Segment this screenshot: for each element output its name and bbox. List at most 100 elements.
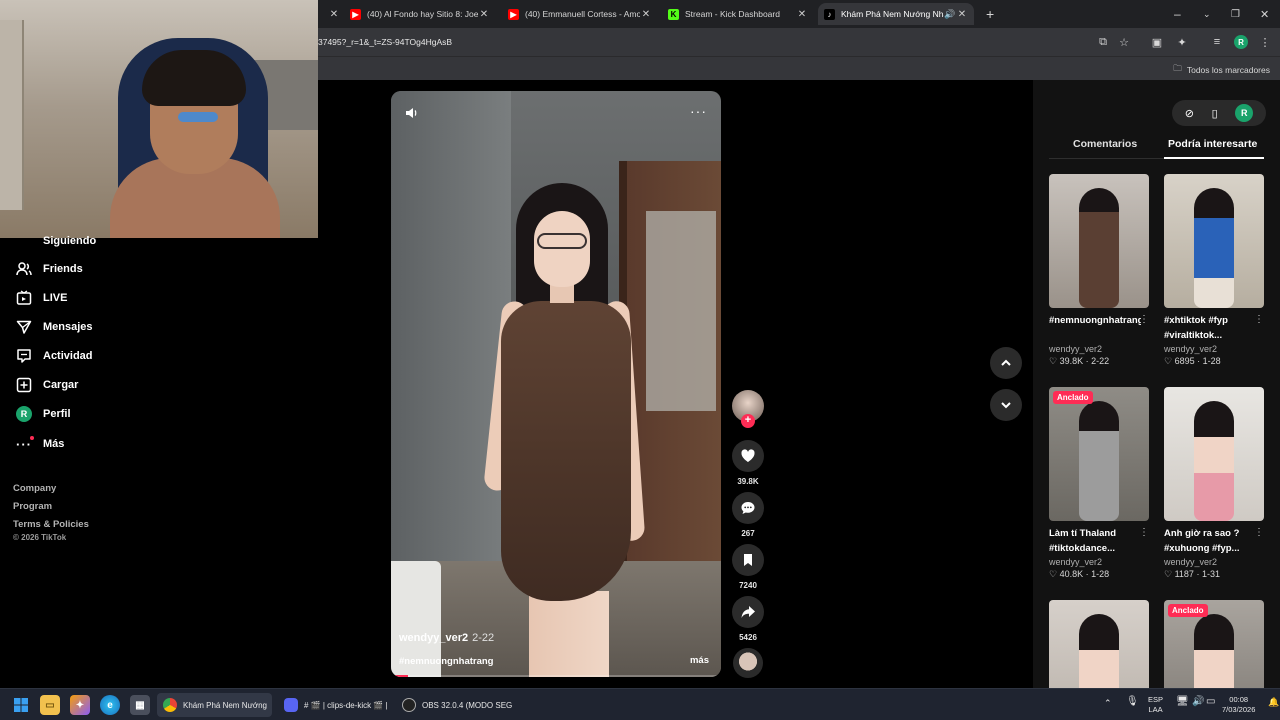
sidebar-item-profile[interactable]: R Perfil — [16, 406, 71, 422]
window-close-button[interactable]: ✕ — [1254, 3, 1272, 25]
previous-video-button[interactable] — [990, 347, 1022, 379]
video-player[interactable]: ··· wendyy_ver2 2-22 #nemnuongnhatrang má… — [391, 91, 721, 677]
card-author[interactable]: wendyy_ver2 — [1049, 557, 1149, 567]
video-card[interactable]: Anclado — [1164, 600, 1264, 688]
share-button[interactable] — [732, 596, 764, 628]
card-menu-icon[interactable]: ⋮ — [1139, 314, 1149, 325]
copilot-icon[interactable]: ✦ — [70, 695, 90, 715]
language-indicator[interactable]: ESP LAA — [1148, 695, 1163, 715]
author-name[interactable]: wendyy_ver2 — [399, 632, 468, 644]
windows-start-icon[interactable] — [11, 695, 31, 715]
sidebar-item-label: Actividad — [43, 350, 93, 362]
network-icon[interactable]: 🖥 — [1176, 697, 1189, 707]
device-icon[interactable]: ▯ — [1212, 107, 1218, 120]
card-title[interactable]: Làm tí Thaland #tiktokdance... — [1049, 526, 1141, 556]
comment-button[interactable] — [732, 492, 764, 524]
tray-overflow-icon[interactable]: ⌃ — [1104, 698, 1112, 708]
notifications-icon[interactable]: 🔔 — [1268, 697, 1279, 707]
tab-youtube-1[interactable]: ▶ (40) Al Fondo hay Sitio 8: Joel l ✕ — [344, 3, 496, 25]
sidebar-item-following[interactable]: Siguiendo — [16, 233, 96, 249]
footer-link-program[interactable]: Program — [13, 498, 89, 516]
taskbar-app-chrome[interactable]: Khám Phá Nem Nướng — [157, 693, 272, 717]
microphone-icon[interactable]: 🎙 — [1126, 697, 1139, 707]
sidebar-item-upload[interactable]: Cargar — [16, 377, 78, 393]
footer-link-company[interactable]: Company — [13, 480, 89, 498]
video-expand-caption[interactable]: más — [690, 655, 709, 666]
close-icon[interactable]: ✕ — [640, 9, 652, 20]
speaker-icon[interactable]: 🔊 — [944, 9, 956, 20]
sidebar-item-more[interactable]: ··· Más — [16, 436, 64, 452]
card-author[interactable]: wendyy_ver2 — [1164, 557, 1264, 567]
tab-search-icon[interactable]: ⌄ — [1197, 3, 1215, 25]
clock[interactable]: 00:08 7/03/2026 — [1222, 695, 1255, 715]
thumbnail-figure — [1194, 401, 1234, 521]
close-icon[interactable]: ✕ — [796, 9, 808, 20]
card-menu-icon[interactable]: ⋮ — [1254, 527, 1264, 538]
maximize-button[interactable]: ❐ — [1225, 3, 1243, 25]
video-card[interactable] — [1049, 600, 1149, 688]
minimize-button[interactable]: – — [1168, 3, 1186, 25]
bookmark-star-icon[interactable]: ☆ — [1117, 35, 1131, 49]
video-progress-bar[interactable] — [391, 675, 721, 677]
video-author[interactable]: wendyy_ver2 2-22 — [399, 632, 494, 644]
profile-avatar[interactable]: R — [1234, 35, 1248, 49]
video-thumbnail[interactable]: Anclado — [1164, 600, 1264, 688]
install-app-icon[interactable]: ⧉ — [1096, 35, 1110, 49]
sidebar-item-friends[interactable]: Friends — [16, 261, 83, 277]
like-button[interactable] — [732, 440, 764, 472]
card-author[interactable]: wendyy_ver2 — [1164, 344, 1264, 354]
follow-button[interactable]: + — [741, 414, 755, 428]
taskbar-app-discord[interactable]: # 🎬 | clips-de-kick 🎬 | — [278, 693, 390, 717]
extensions-icon[interactable]: ✦ — [1175, 35, 1189, 49]
media-control-icon[interactable]: ≡ — [1210, 35, 1224, 49]
sidebar-item-messages[interactable]: Mensajes — [16, 319, 93, 335]
volume-icon[interactable] — [405, 106, 419, 123]
video-thumbnail[interactable] — [1164, 387, 1264, 521]
video-thumbnail[interactable] — [1049, 174, 1149, 308]
card-menu-icon[interactable]: ⋮ — [1139, 527, 1149, 538]
video-thumbnail[interactable]: Anclado — [1049, 387, 1149, 521]
tab-kick-dashboard[interactable]: K Stream - Kick Dashboard ✕ — [662, 3, 814, 25]
card-author[interactable]: wendyy_ver2 — [1049, 344, 1149, 354]
profile-avatar[interactable]: R — [1235, 104, 1254, 122]
video-thumbnail[interactable] — [1164, 174, 1264, 308]
card-title[interactable]: #nemnuongnhatrang — [1049, 313, 1141, 343]
all-bookmarks-button[interactable]: 🗀 Todos los marcadores — [1173, 63, 1270, 77]
sidebar-item-activity[interactable]: Actividad — [16, 348, 93, 364]
url-text[interactable]: 37495?_r=1&_t=ZS-94TOg4HgAsB — [318, 37, 452, 47]
card-title[interactable]: #xhtiktok #fyp #viraltiktok... — [1164, 313, 1256, 343]
tab-podria-interesarte[interactable]: Podría interesarte — [1168, 138, 1257, 150]
video-card[interactable]: Anclado Làm tí Thaland #tiktokdance... ⋮… — [1049, 387, 1149, 580]
volume-tray-icon[interactable]: 🔊 — [1192, 697, 1204, 707]
video-card[interactable]: #nemnuongnhatrang ⋮ wendyy_ver2 ♡ 39.8K … — [1049, 174, 1149, 367]
card-likes: 1187 — [1174, 569, 1194, 579]
music-disc[interactable] — [733, 648, 763, 678]
save-button[interactable] — [732, 544, 764, 576]
sidebar-item-live[interactable]: LIVE — [16, 290, 67, 306]
tab-tiktok-active[interactable]: ♪ Khám Phá Nem Nướng Nha 🔊 ✕ — [818, 3, 974, 25]
tab-comentarios[interactable]: Comentarios — [1073, 138, 1137, 150]
store-icon[interactable]: ▦ — [130, 695, 150, 715]
video-card[interactable]: #xhtiktok #fyp #viraltiktok... ⋮ wendyy_… — [1164, 174, 1264, 367]
taskbar-app-obs[interactable]: OBS 32.0.4 (MODO SEG — [396, 693, 512, 717]
tab-close-hidden[interactable]: ✕ — [322, 3, 338, 25]
battery-icon[interactable]: ▭ — [1206, 697, 1215, 707]
compass-icon[interactable]: ⊘ — [1185, 107, 1194, 120]
file-explorer-icon[interactable]: ▭ — [40, 695, 60, 715]
video-hashtag[interactable]: #nemnuongnhatrang — [399, 656, 493, 667]
close-icon[interactable]: ✕ — [956, 9, 968, 20]
close-icon[interactable]: ✕ — [478, 9, 490, 20]
next-video-button[interactable] — [990, 389, 1022, 421]
screenshot-icon[interactable]: ▣ — [1150, 35, 1164, 49]
new-tab-button[interactable]: + — [980, 3, 996, 25]
close-icon[interactable]: ✕ — [328, 9, 338, 20]
video-card[interactable]: Anh giờ ra sao ? #xuhuong #fyp... ⋮ wend… — [1164, 387, 1264, 580]
card-title[interactable]: Anh giờ ra sao ? #xuhuong #fyp... — [1164, 526, 1256, 556]
video-thumbnail[interactable] — [1049, 600, 1149, 688]
chrome-menu-icon[interactable]: ⋮ — [1258, 35, 1272, 49]
video-more-options-icon[interactable]: ··· — [690, 103, 707, 119]
footer-link-terms[interactable]: Terms & Policies — [13, 516, 89, 534]
edge-icon[interactable]: e — [100, 695, 120, 715]
card-menu-icon[interactable]: ⋮ — [1254, 314, 1264, 325]
tab-youtube-2[interactable]: ▶ (40) Emmanuell Cortess - Amor ✕ — [502, 3, 658, 25]
